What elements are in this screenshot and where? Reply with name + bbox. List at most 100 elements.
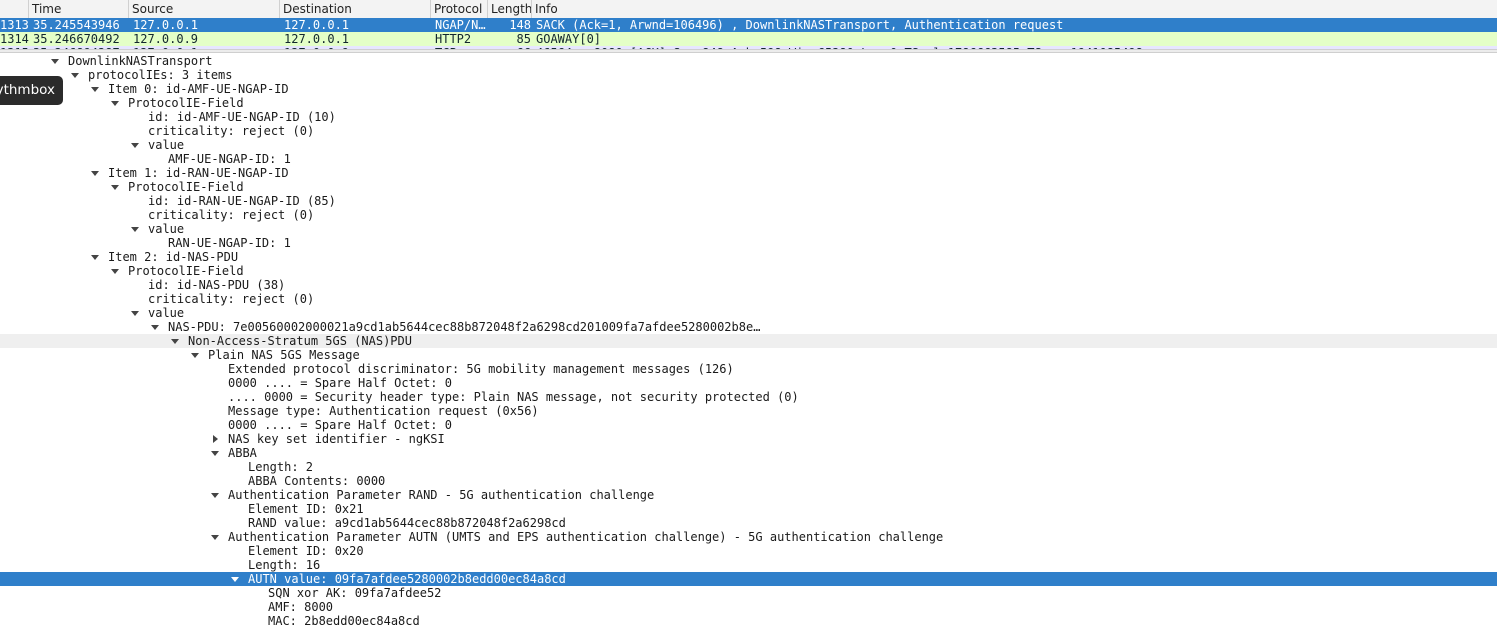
packet-source: 127.0.0.9 [133,32,199,46]
packet-info: GOAWAY[0] [536,32,602,46]
packet-list[interactable]: Time Source Destination Protocol Length … [0,0,1497,50]
tree-item[interactable]: RAND value: a9cd1ab5644cec88b872048f2a62… [0,516,1497,530]
packet-row[interactable]: 1313 35.245543946 127.0.0.1 127.0.0.1 NGAP/N… [0,18,1497,32]
tree-item[interactable]: Element ID: 0x20 [0,544,1497,558]
column-source-header[interactable]: Source [129,0,280,18]
tree-item-label: AMF-UE-NGAP-ID: 1 [168,152,291,166]
expanded-arrow-icon[interactable] [110,264,120,278]
column-info-header[interactable]: Info [532,0,1497,18]
tree-item-label: Message type: Authentication request (0x… [228,404,539,418]
tree-item[interactable]: ProtocolIE-Field [0,96,1497,110]
tree-item-label: protocolIEs: 3 items [88,68,233,82]
expanded-arrow-icon[interactable] [150,320,160,334]
tree-item-label: Non-Access-Stratum 5GS (NAS)PDU [188,334,412,348]
expanded-arrow-icon[interactable] [210,530,220,544]
tree-item[interactable]: Item 2: id-NAS-PDU [0,250,1497,264]
expanded-arrow-icon[interactable] [110,96,120,110]
tree-item[interactable]: AMF: 8000 [0,600,1497,614]
tree-item[interactable]: Element ID: 0x21 [0,502,1497,516]
tree-item[interactable]: RAN-UE-NGAP-ID: 1 [0,236,1497,250]
packet-protocol: NGAP/N… [435,18,486,32]
expanded-arrow-icon[interactable] [210,446,220,460]
tree-item[interactable]: SQN xor AK: 09fa7afdee52 [0,586,1497,600]
tree-item[interactable]: Length: 16 [0,558,1497,572]
collapsed-arrow-icon[interactable] [210,432,220,446]
tree-item[interactable]: Message type: Authentication request (0x… [0,404,1497,418]
expanded-arrow-icon[interactable] [170,334,180,348]
expanded-arrow-icon[interactable] [230,572,240,586]
app-tooltip: ythmbox [0,76,63,105]
packet-row[interactable]: 1314 35.246670492 127.0.0.9 127.0.0.1 HTTP2 8… [0,32,1497,46]
expanded-arrow-icon[interactable] [190,348,200,362]
tree-item-label: SQN xor AK: 09fa7afdee52 [268,586,442,600]
tree-item[interactable]: value [0,138,1497,152]
tree-item[interactable]: Item 1: id-RAN-UE-NGAP-ID [0,166,1497,180]
tree-item[interactable]: AUTN value: 09fa7afdee5280002b8edd00ec84… [0,572,1497,586]
tree-item-label: criticality: reject (0) [148,124,315,138]
tree-item-label: AMF: 8000 [268,600,334,614]
tree-item-label: Length: 16 [248,558,321,572]
tree-item-label: NAS-PDU: 7e00560002000021a9cd1ab5644cec8… [168,320,761,334]
expanded-arrow-icon[interactable] [70,68,80,82]
tree-item[interactable]: ProtocolIE-Field [0,264,1497,278]
expanded-arrow-icon[interactable] [90,82,100,96]
column-no-header[interactable] [0,0,29,18]
tree-item[interactable]: Authentication Parameter AUTN (UMTS and … [0,530,1497,544]
tree-item-label: NAS key set identifier - ngKSI [228,432,445,446]
pane-splitter[interactable] [0,49,1497,53]
tree-item[interactable]: ABBA Contents: 0000 [0,474,1497,488]
tree-item-label: MAC: 2b8edd00ec84a8cd [268,614,420,628]
tree-item-label: id: id-NAS-PDU (38) [148,278,286,292]
tree-item-label: DownlinkNASTransport [68,54,213,68]
tree-item[interactable]: MAC: 2b8edd00ec84a8cd [0,614,1497,628]
tree-item[interactable]: Item 0: id-AMF-UE-NGAP-ID [0,82,1497,96]
tree-item[interactable]: criticality: reject (0) [0,292,1497,306]
tree-item-label: ProtocolIE-Field [128,180,244,194]
packet-length: 148 [509,18,531,32]
tree-item[interactable]: 0000 .... = Spare Half Octet: 0 [0,376,1497,390]
packet-number: 1313 [0,18,29,32]
tree-item[interactable]: criticality: reject (0) [0,124,1497,138]
column-protocol-header[interactable]: Protocol [431,0,488,18]
tree-item[interactable]: ABBA [0,446,1497,460]
tree-item[interactable]: value [0,306,1497,320]
tree-item-label: 0000 .... = Spare Half Octet: 0 [228,418,452,432]
packet-details-tree[interactable]: DownlinkNASTransport protocolIEs: 3 items… [0,54,1497,629]
tree-item-label: .... 0000 = Security header type: Plain … [228,390,799,404]
tree-item[interactable]: id: id-NAS-PDU (38) [0,278,1497,292]
column-destination-header[interactable]: Destination [280,0,431,18]
tree-item[interactable]: Plain NAS 5GS Message [0,348,1497,362]
tree-item[interactable]: ProtocolIE-Field [0,180,1497,194]
expanded-arrow-icon[interactable] [110,180,120,194]
tree-item[interactable]: Authentication Parameter RAND - 5G authe… [0,488,1497,502]
tree-item[interactable]: NAS-PDU: 7e00560002000021a9cd1ab5644cec8… [0,320,1497,334]
tree-item[interactable]: id: id-RAN-UE-NGAP-ID (85) [0,194,1497,208]
tree-item[interactable]: 0000 .... = Spare Half Octet: 0 [0,418,1497,432]
tree-item[interactable]: protocolIEs: 3 items [0,68,1497,82]
tree-item-label: Element ID: 0x21 [248,502,364,516]
expanded-arrow-icon[interactable] [90,166,100,180]
tree-item-label: 0000 .... = Spare Half Octet: 0 [228,376,452,390]
tree-item[interactable]: AMF-UE-NGAP-ID: 1 [0,152,1497,166]
tree-item[interactable]: .... 0000 = Security header type: Plain … [0,390,1497,404]
tree-item[interactable]: id: id-AMF-UE-NGAP-ID (10) [0,110,1497,124]
tree-item[interactable]: Non-Access-Stratum 5GS (NAS)PDU [0,334,1497,348]
column-length-header[interactable]: Length [488,0,532,18]
tree-item-label: Plain NAS 5GS Message [208,348,360,362]
expanded-arrow-icon[interactable] [130,222,140,236]
tree-item[interactable]: NAS key set identifier - ngKSI [0,432,1497,446]
tree-item[interactable]: Length: 2 [0,460,1497,474]
tree-item-label: Item 0: id-AMF-UE-NGAP-ID [108,82,289,96]
tree-item[interactable]: criticality: reject (0) [0,208,1497,222]
tree-item-label: Authentication Parameter RAND - 5G authe… [228,488,655,502]
packet-length: 85 [516,32,531,46]
expanded-arrow-icon[interactable] [90,250,100,264]
tree-item[interactable]: DownlinkNASTransport [0,54,1497,68]
tree-item[interactable]: Extended protocol discriminator: 5G mobi… [0,362,1497,376]
expanded-arrow-icon[interactable] [50,54,60,68]
expanded-arrow-icon[interactable] [210,488,220,502]
expanded-arrow-icon[interactable] [130,306,140,320]
expanded-arrow-icon[interactable] [130,138,140,152]
column-time-header[interactable]: Time [29,0,129,18]
tree-item[interactable]: value [0,222,1497,236]
